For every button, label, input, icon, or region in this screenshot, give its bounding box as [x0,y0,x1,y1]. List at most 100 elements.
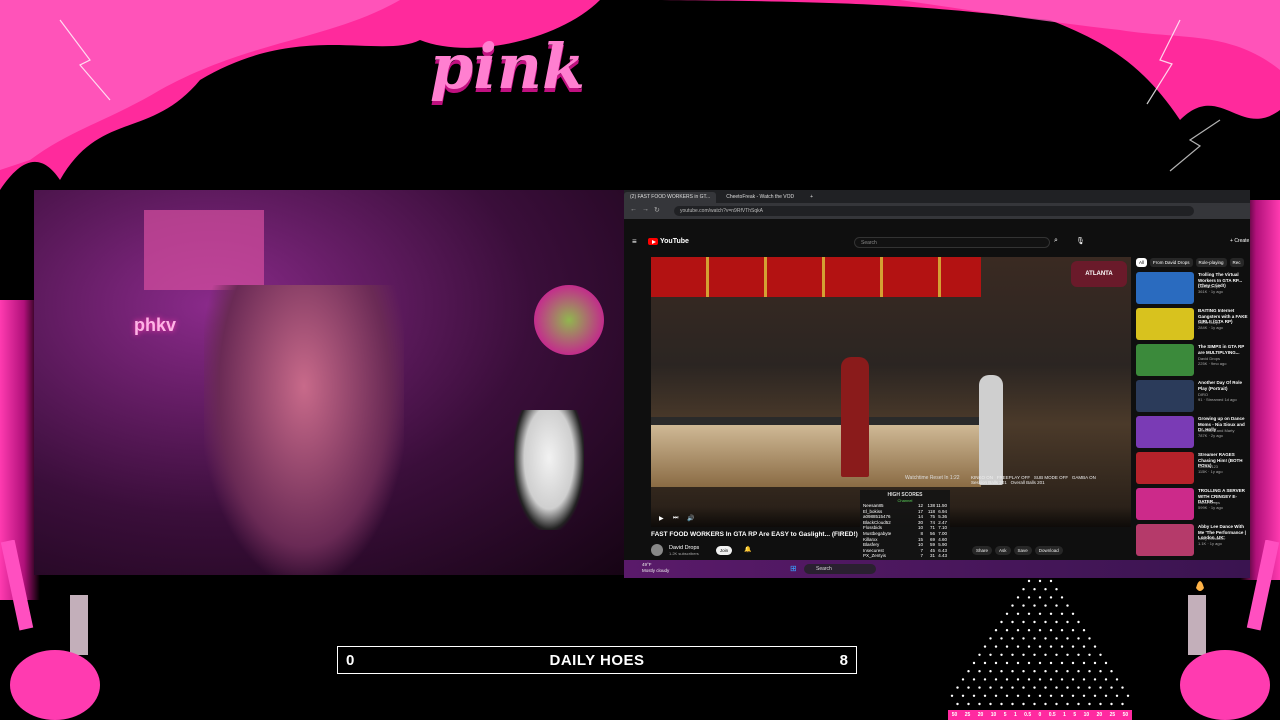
plinko-slot: 5 [1003,712,1007,718]
plinko-peg [1093,661,1097,665]
plinko-peg [972,694,976,697]
tab-youtube[interactable]: (2) FAST FOOD WORKERS in GT... [624,192,717,203]
plinko-peg [967,702,970,706]
wall-art [144,210,264,290]
save-button[interactable]: Save [1013,546,1032,555]
plinko-peg [1011,604,1014,607]
recommended-video[interactable]: Trolling The Virtual Workers In GTA RP..… [1136,272,1248,306]
chip-channel[interactable]: From David Drops [1150,258,1193,267]
plinko-peg [978,702,981,706]
plinko-peg [1077,670,1080,673]
windows-start-icon[interactable]: ⊞ [790,564,797,573]
plinko-peg [1055,637,1058,640]
share-button[interactable]: Share [972,546,993,555]
plinko-peg [1044,604,1047,607]
plinko-peg [1060,645,1064,648]
channel-avatar[interactable] [651,544,663,556]
video-thumbnail[interactable] [1136,416,1194,448]
plinko-peg [1066,637,1069,640]
plinko-peg [1049,678,1053,681]
plinko-peg [1027,694,1031,697]
chip-all[interactable]: All [1136,258,1148,267]
plinko-peg [1066,702,1069,706]
menu-icon[interactable]: ≡ [632,237,637,246]
video-thumbnail[interactable] [1136,452,1194,484]
plinko-peg [1044,670,1047,673]
plinko-peg [978,653,981,656]
recommended-video[interactable]: TROLLING A SERVER WITH CRINGEY E-DATER..… [1136,488,1248,522]
plinko-peg [967,686,970,689]
weather-widget[interactable]: 49°F Mostly cloudy [642,562,669,574]
search-input[interactable]: Search [854,237,1050,248]
bell-icon[interactable]: 🔔 [744,546,751,553]
recommended-meta: JoJitice123 115K · 1y ago [1198,464,1223,474]
chip-more[interactable]: Rec [1229,258,1244,267]
back-icon[interactable]: ← [630,206,637,213]
plinko-peg [1022,686,1025,689]
menu-board [651,257,981,297]
plinko-peg [1060,596,1064,599]
plinko-peg [1082,678,1086,681]
youtube-logo[interactable]: YouTube [648,238,689,245]
plinko-peg [1071,612,1075,615]
video-thumbnail[interactable] [1136,308,1194,340]
recommended-video[interactable]: Another Day Of Role Play (Portrait) DIRO… [1136,380,1248,414]
plinko-peg [1055,686,1058,689]
join-button[interactable]: Join [716,546,732,555]
volume-icon[interactable]: 🔊 [687,515,694,522]
plinko-peg [1016,678,1020,681]
channel-info[interactable]: David Drops 1.2K subscribers [669,545,699,556]
recommended-meta: David Drops 599K · 1y ago [1198,500,1223,510]
plinko-peg [1121,686,1124,689]
plinko-peg [1088,637,1091,640]
mic-icon[interactable]: 🎙 [1076,237,1085,245]
download-button[interactable]: Download [1034,546,1063,555]
plinko-slot: 1 [1013,712,1017,718]
plinko-peg [1033,620,1036,624]
plinko-peg [1077,620,1080,624]
counter-top [651,417,981,425]
video-thumbnail[interactable] [1136,344,1194,376]
chip-roleplaying[interactable]: Role-playing [1195,258,1227,267]
next-icon[interactable]: ⏭ [673,515,678,522]
recommended-video[interactable]: The SIMPS in GTA RP are MULTIPLYING... D… [1136,344,1248,378]
taskbar-search[interactable]: Search [804,564,876,574]
plinko-slot: 10 [1083,712,1090,718]
plinko-peg [1044,686,1047,689]
video-thumbnail[interactable] [1136,272,1194,304]
reload-icon[interactable]: ↻ [654,206,660,214]
plinko-peg [1110,670,1113,673]
recommended-title[interactable]: Another Day Of Role Play (Portrait) [1198,380,1248,391]
video-title: FAST FOOD WORKERS In GTA RP Are EASY to … [651,531,858,538]
recommended-title[interactable]: The SIMPS in GTA RP are MULTIPLYING... [1198,344,1248,355]
create-button[interactable]: + Create [1230,238,1249,244]
plinko-peg [956,686,959,689]
plinko-peg [961,678,965,681]
recommended-video[interactable]: Growing up on Dance Moms - Nia Sioux and… [1136,416,1248,450]
video-thumbnail[interactable] [1136,488,1194,520]
overlay-top-frame [0,0,1280,190]
plinko-peg [1060,661,1064,665]
video-thumbnail[interactable] [1136,380,1194,412]
plinko-peg [1000,653,1003,656]
plinko-peg [1093,694,1097,697]
plinko-slot: 20 [1096,712,1103,718]
new-tab-button[interactable]: + [804,192,819,203]
plinko-peg [1005,645,1009,648]
search-icon[interactable]: ⌕ [1054,237,1058,245]
plinko-peg [1104,661,1108,665]
plinko-peg [1049,629,1053,632]
plinko-peg [1049,612,1053,615]
video-player[interactable]: ATLANTA Watchtime Reset In 1:22 KINKO ON… [651,257,1131,527]
url-field[interactable]: youtube.com/watch?v=n9RfVThSqkA [674,206,1194,216]
forward-icon[interactable]: → [642,206,649,213]
plinko-peg [1011,686,1014,689]
plinko-peg [1016,645,1020,648]
ask-button[interactable]: Ask [995,546,1011,555]
plinko-peg [978,686,981,689]
recommended-video[interactable]: Streamer RAGES Chasing Him! (BOTH POVs) … [1136,452,1248,486]
recommended-video[interactable]: BAITING Internet Gangsters with a FAKE G… [1136,308,1248,342]
tab-vod[interactable]: CheetoFreak - Watch the VOD [720,192,800,203]
play-icon[interactable]: ▶ [659,515,664,522]
plinko-peg [1033,686,1036,689]
